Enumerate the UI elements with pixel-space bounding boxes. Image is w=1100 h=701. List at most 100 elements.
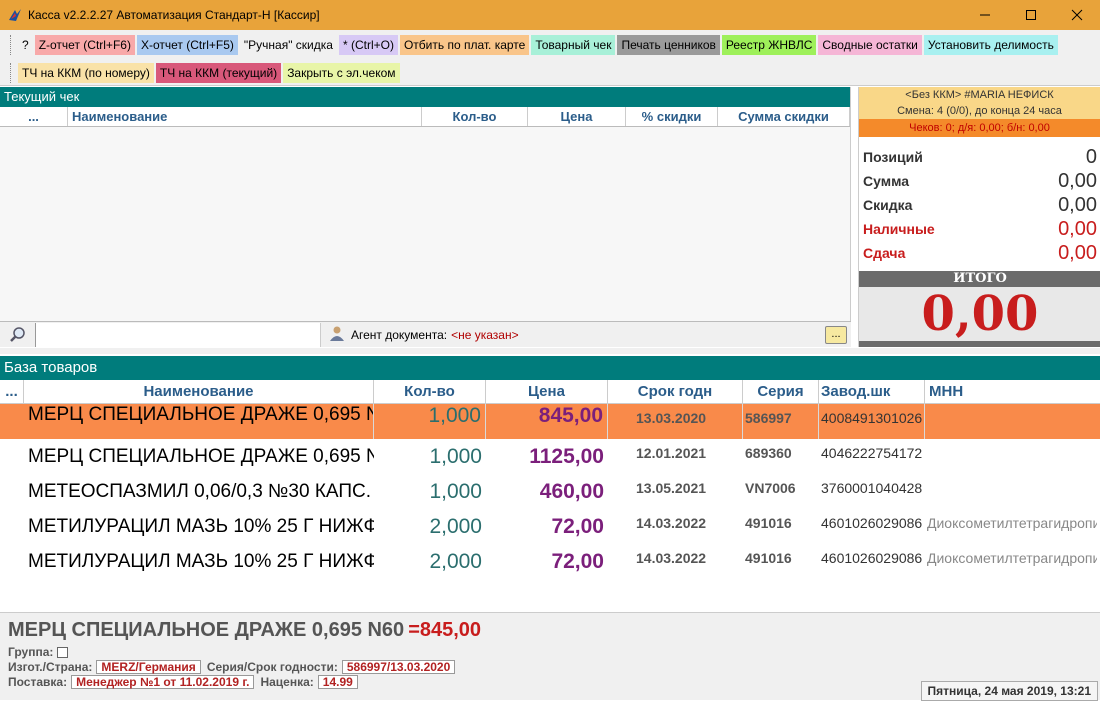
- goods-barcode: 4601026029086: [821, 515, 923, 531]
- goods-name: МЕРЦ СПЕЦИАЛЬНОЕ ДРАЖЕ 0,695 N60: [24, 404, 374, 439]
- receipt-col-discount-pct[interactable]: % скидки: [626, 107, 718, 126]
- goods-name: МЕТИЛУРАЦИЛ МАЗЬ 10% 25 Г НИЖФАРМ: [28, 515, 374, 537]
- product-price: =845,00: [408, 619, 482, 641]
- goods-qty: 2,000: [429, 549, 482, 573]
- minimize-icon[interactable]: [962, 0, 1008, 30]
- goods-series: 586997: [743, 404, 819, 439]
- goods-row[interactable]: МЕТИЛУРАЦИЛ МАЗЬ 10% 25 Г НИЖФАРМ 2,000 72…: [0, 509, 1100, 544]
- summary-discount: Скидка 0,00: [863, 193, 1097, 216]
- row1-button-0[interactable]: ?: [18, 35, 33, 55]
- agent-select-button[interactable]: ...: [825, 326, 847, 344]
- goods-header: База товаров: [0, 356, 1100, 380]
- row2-button-2[interactable]: Закрыть с эл.чеком: [283, 63, 400, 83]
- goods-col-expiry[interactable]: Срок годн: [608, 380, 743, 403]
- product-details: МЕРЦ СПЕЦИАЛЬНОЕ ДРАЖЕ 0,695 N60 =845,00 …: [0, 612, 1100, 701]
- user-icon: [329, 325, 345, 344]
- goods-row[interactable]: МЕТЕОСПАЗМИЛ 0,06/0,3 №30 КАПС. 1,000 460,…: [0, 474, 1100, 509]
- row2-button-0[interactable]: ТЧ на ККМ (по номеру): [18, 63, 154, 83]
- goods-price: 460,00: [539, 479, 604, 503]
- receipt-col-price[interactable]: Цена: [528, 107, 626, 126]
- receipt-footer: Агент документа: <не указан> ...: [0, 321, 851, 347]
- receipt-columns: ... Наименование Кол-во Цена % скидки Су…: [0, 107, 850, 127]
- status-date: Пятница, 24 мая 2019, 13:21: [920, 681, 1098, 701]
- summary-panel: <Без ККМ> #MARIA НЕФИСК Смена: 4 (0/0), …: [858, 87, 1100, 347]
- goods-expiry: 14.03.2022: [636, 550, 707, 566]
- goods-col-price[interactable]: Цена: [486, 380, 608, 403]
- agent-value: <не указан>: [451, 327, 519, 342]
- goods-name: МЕРЦ СПЕЦИАЛЬНОЕ ДРАЖЕ 0,695 N60: [28, 445, 374, 467]
- goods-barcode: 4046222754172: [821, 445, 923, 461]
- goods-col-barcode[interactable]: Завод.шк: [819, 380, 925, 403]
- total-value: 0,00: [859, 287, 1100, 341]
- goods-qty: 1,000: [374, 404, 486, 439]
- row1-button-4[interactable]: * (Ctrl+O): [338, 35, 398, 55]
- toolbar-grip[interactable]: [10, 63, 14, 83]
- receipt-col-discount-sum[interactable]: Сумма скидки: [718, 107, 850, 126]
- toolbar-grip[interactable]: [10, 35, 14, 55]
- agent-label: Агент документа:: [351, 327, 448, 342]
- series-value: 586997/13.03.2020: [341, 660, 456, 674]
- goods-series: 491016: [745, 550, 792, 566]
- product-title: МЕРЦ СПЕЦИАЛЬНОЕ ДРАЖЕ 0,695 N60 =845,00: [8, 619, 482, 641]
- checks-info: Чеков: 0; д/я: 0,00; б/н: 0,00: [859, 119, 1100, 137]
- goods-price: 72,00: [551, 514, 604, 538]
- app-logo-icon: [8, 8, 22, 22]
- agent-field: Агент документа: <не указан>: [329, 325, 519, 344]
- row1-button-3[interactable]: "Ручная" скидка: [239, 35, 337, 55]
- row1-button-5[interactable]: Отбить по плат. карте: [399, 35, 530, 55]
- goods-series: 491016: [745, 515, 792, 531]
- summary-change: Сдача 0,00: [863, 241, 1097, 264]
- goods-expiry: 12.01.2021: [636, 445, 707, 461]
- maximize-icon[interactable]: [1008, 0, 1054, 30]
- goods-col-qty[interactable]: Кол-во: [374, 380, 486, 403]
- goods-mnn: [925, 404, 1097, 410]
- row1-button-1[interactable]: Z-отчет (Ctrl+F6): [34, 35, 135, 55]
- goods-expiry: 13.05.2021: [636, 480, 707, 496]
- search-input[interactable]: [36, 322, 321, 347]
- row1-button-10[interactable]: Установить делимость: [923, 35, 1058, 55]
- goods-qty: 2,000: [429, 514, 482, 538]
- goods-barcode: 3760001040428: [821, 480, 923, 496]
- goods-col-dots[interactable]: ...: [0, 380, 24, 403]
- close-icon[interactable]: [1054, 0, 1100, 30]
- receipt-col-dots[interactable]: ...: [0, 107, 68, 126]
- row1-button-7[interactable]: Печать ценников: [617, 35, 720, 55]
- total-label: ИТОГО: [859, 271, 1100, 287]
- group-checkbox[interactable]: [57, 646, 69, 658]
- search-icon[interactable]: [0, 322, 36, 347]
- panel-splitter[interactable]: [0, 348, 1100, 354]
- row1-button-6[interactable]: Товарный чек: [531, 35, 616, 55]
- goods-row[interactable]: МЕРЦ СПЕЦИАЛЬНОЕ ДРАЖЕ 0,695 N60 1,000 112…: [0, 439, 1100, 474]
- toolbar: ? Z-отчет (Ctrl+F6) X-отчет (Ctrl+F5) "Ручн…: [0, 30, 1100, 86]
- summary-sum: Сумма 0,00: [863, 169, 1097, 192]
- receipt-col-name[interactable]: Наименование: [68, 107, 422, 126]
- receipt-col-qty[interactable]: Кол-во: [422, 107, 528, 126]
- goods-col-series[interactable]: Серия: [743, 380, 819, 403]
- window-title: Касса v2.2.2.27 Автоматизация Стандарт-Н…: [28, 8, 320, 22]
- total-footer: [859, 341, 1100, 347]
- row1-button-2[interactable]: X-отчет (Ctrl+F5): [136, 35, 238, 55]
- goods-col-mnn[interactable]: МНН: [925, 380, 1097, 403]
- receipt-header: Текущий чек: [0, 87, 850, 107]
- goods-list: МЕРЦ СПЕЦИАЛЬНОЕ ДРАЖЕ 0,695 N60 1,000 845…: [0, 404, 1100, 579]
- goods-price: 72,00: [551, 549, 604, 573]
- supply-line: Поставка: Менеджер №1 от 11.02.2019 г. Н…: [8, 675, 364, 689]
- goods-series: VN7006: [745, 480, 796, 496]
- row1-button-8[interactable]: Реестр ЖНВЛС: [721, 35, 817, 55]
- shift-info: Смена: 4 (0/0), до конца 24 часа: [859, 103, 1100, 119]
- goods-mnn: Диоксометилтетрагидропиримидин: [927, 515, 1097, 531]
- row2-button-1[interactable]: ТЧ на ККМ (текущий): [155, 63, 282, 83]
- summary-positions: Позиций 0: [863, 145, 1097, 168]
- goods-expiry: 13.03.2020: [608, 404, 743, 439]
- group-line: Группа:: [8, 645, 69, 659]
- goods-col-name[interactable]: Наименование: [24, 380, 374, 403]
- supply-value: Менеджер №1 от 11.02.2019 г.: [71, 675, 255, 689]
- goods-row[interactable]: МЕРЦ СПЕЦИАЛЬНОЕ ДРАЖЕ 0,695 N60 1,000 845…: [0, 404, 1100, 439]
- goods-series: 689360: [745, 445, 792, 461]
- goods-row[interactable]: МЕТИЛУРАЦИЛ МАЗЬ 10% 25 Г НИЖФАРМ 2,000 72…: [0, 544, 1100, 579]
- goods-barcode: 4601026029086: [821, 550, 923, 566]
- current-receipt-panel: Текущий чек ... Наименование Кол-во Цена…: [0, 87, 851, 347]
- goods-name: МЕТИЛУРАЦИЛ МАЗЬ 10% 25 Г НИЖФАРМ: [28, 550, 374, 572]
- row1-button-9[interactable]: Сводные остатки: [818, 35, 922, 55]
- goods-price: 1125,00: [529, 444, 604, 468]
